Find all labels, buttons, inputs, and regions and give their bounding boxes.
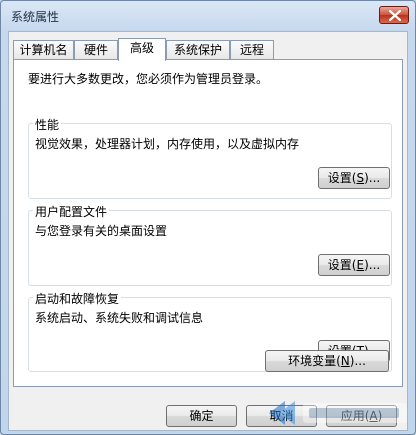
startup-recovery-legend: 启动和故障恢复 — [33, 290, 122, 307]
tab-remote[interactable]: 远程 — [230, 40, 274, 60]
close-icon — [389, 10, 401, 21]
close-button[interactable] — [379, 6, 409, 24]
performance-legend: 性能 — [33, 116, 62, 133]
tab-advanced[interactable]: 高级 — [118, 38, 166, 61]
user-profile-legend: 用户配置文件 — [33, 203, 110, 220]
environment-variables-button[interactable]: 环境变量(N)... — [265, 350, 389, 372]
ok-button[interactable]: 确定 — [166, 405, 237, 427]
ellipsis: ... — [368, 171, 381, 185]
tab-system-protection[interactable]: 系统保护 — [166, 40, 230, 60]
startup-recovery-description: 系统启动、系统失败和调试信息 — [35, 311, 204, 325]
button-label: 设置 — [327, 258, 352, 272]
tab-hardware[interactable]: 硬件 — [74, 40, 118, 60]
access-key: N — [340, 354, 350, 368]
button-label: 环境变量 — [288, 354, 337, 368]
cancel-button[interactable]: 取消 — [246, 405, 317, 427]
user-profile-description: 与您登录有关的桌面设置 — [35, 224, 168, 238]
advanced-tab-panel: 要进行大多数更改，您必须作为管理员登录。 性能 视觉效果，处理器计划，内存使用，… — [13, 59, 403, 387]
tab-computer-name[interactable]: 计算机名 — [13, 40, 74, 60]
button-label: 设置 — [327, 171, 352, 185]
performance-description: 视觉效果，处理器计划，内存使用，以及虚拟内存 — [35, 137, 300, 151]
apply-button[interactable]: 应用(A) — [326, 405, 397, 427]
admin-notice: 要进行大多数更改，您必须作为管理员登录。 — [28, 72, 269, 86]
user-profile-settings-button[interactable]: 设置(E)... — [318, 254, 390, 276]
window-title: 系统属性 — [11, 10, 60, 24]
button-label: 应用 — [340, 409, 365, 423]
dialog-body: 计算机名 硬件 高级 系统保护 远程 要进行大多数更改，您必须作为管理员登录。 … — [8, 31, 408, 431]
access-key: A — [369, 409, 378, 423]
performance-settings-button[interactable]: 设置(S)... — [318, 167, 390, 189]
access-key: S — [356, 171, 365, 185]
ellipsis: ... — [354, 354, 366, 368]
ellipsis: ... — [368, 258, 381, 272]
title-bar[interactable]: 系统属性 — [1, 1, 415, 31]
performance-group: 性能 视觉效果，处理器计划，内存使用，以及虚拟内存 设置(S)... — [28, 116, 392, 199]
access-key: E — [356, 258, 365, 272]
system-properties-window: 系统属性 计算机名 硬件 高级 系统保护 远程 要进行大多数更改，您必须作为管理… — [0, 0, 416, 435]
user-profile-group: 用户配置文件 与您登录有关的桌面设置 设置(E)... — [28, 203, 392, 286]
